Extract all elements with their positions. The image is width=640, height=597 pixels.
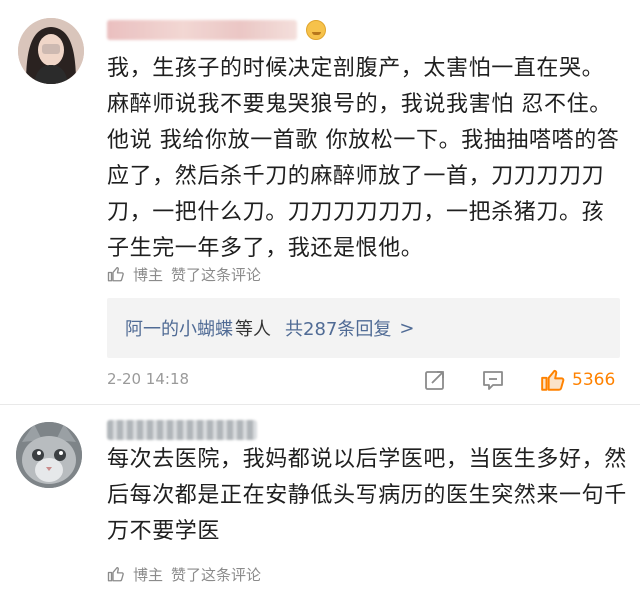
reply-names[interactable]: 阿一的小蝴蝶 <box>125 315 233 341</box>
username-redacted[interactable] <box>107 420 257 440</box>
thumbs-up-icon <box>107 566 124 582</box>
comment-2: 每次去医院，我妈都说以后学医吧，当医生多好，然后每次都是正在安静低头写病历的医生… <box>0 406 640 597</box>
author-like-label: 赞了这条评论 <box>171 265 262 284</box>
avatar[interactable] <box>16 422 82 488</box>
emoji-badge-icon <box>306 20 326 40</box>
author-like-label: 赞了这条评论 <box>171 565 262 584</box>
comment-1: 我，生孩子的时候决定剖腹产，太害怕一直在哭。麻醉师说我不要鬼哭狼号的，我说我害怕… <box>0 0 640 405</box>
author-liked-indicator: 博主 赞了这条评论 <box>107 263 261 285</box>
share-icon[interactable] <box>423 368 447 392</box>
thumbs-up-icon <box>107 266 124 282</box>
comment-text: 我，生孩子的时候决定剖腹产，太害怕一直在哭。麻醉师说我不要鬼哭狼号的，我说我害怕… <box>107 56 620 261</box>
reply-count[interactable]: 共287条回复 <box>285 315 391 341</box>
author-label: 博主 <box>133 265 164 284</box>
replies-link[interactable]: 阿一的小蝴蝶 等人 共287条回复 > <box>107 298 620 358</box>
like-count: 5366 <box>572 370 616 390</box>
reply-suffix: 等人 <box>235 319 271 340</box>
comment-icon[interactable] <box>481 368 505 392</box>
timestamp: 2-20 14:18 <box>107 370 190 388</box>
author-label: 博主 <box>133 565 164 584</box>
chevron-right-icon: > <box>399 317 415 339</box>
avatar[interactable] <box>18 18 84 84</box>
thumbs-up-icon <box>541 369 565 391</box>
username-redacted[interactable] <box>107 20 297 40</box>
like-button[interactable]: 5366 <box>540 365 615 395</box>
author-liked-indicator: 博主 赞了这条评论 <box>107 563 261 585</box>
comment-meta: 2-20 14:18 5366 <box>107 365 627 395</box>
divider <box>0 404 640 405</box>
comment-text: 每次去医院，我妈都说以后学医吧，当医生多好，然后每次都是正在安静低头写病历的医生… <box>107 447 627 544</box>
